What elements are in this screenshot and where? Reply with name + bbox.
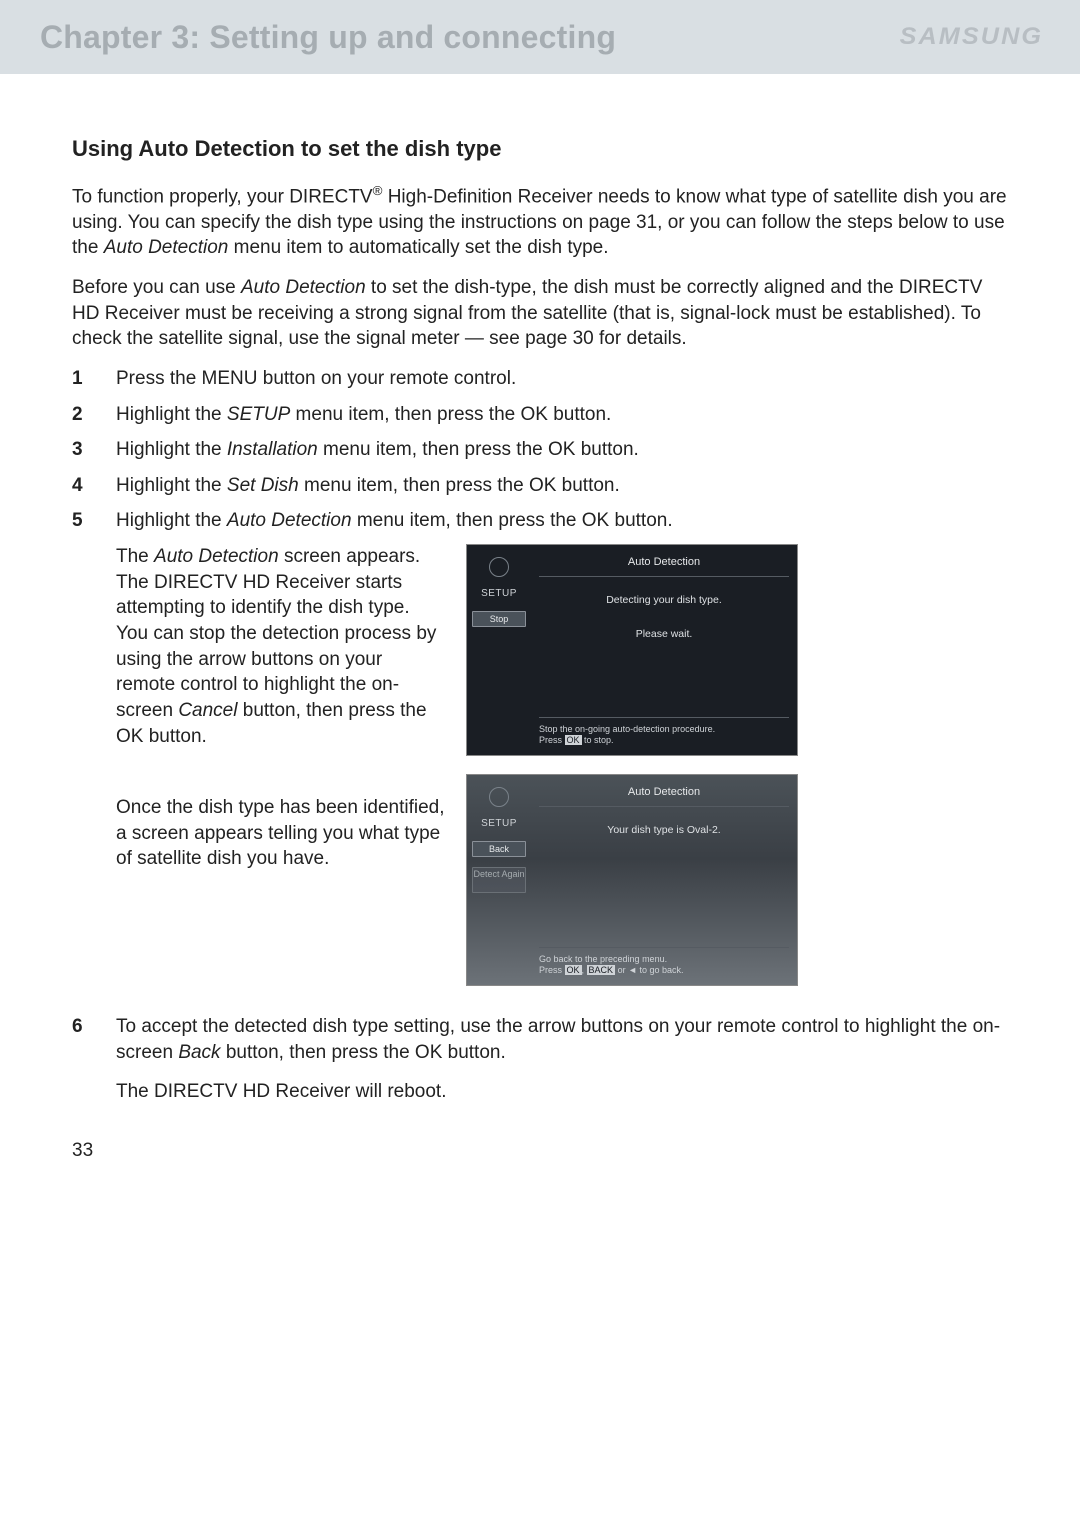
step-post: menu item, then press the OK button. (318, 439, 639, 460)
tv-back-button: Back (472, 841, 526, 857)
step-post: menu item, then press the OK button. (352, 510, 673, 531)
page-content: Using Auto Detection to set the dish typ… (0, 74, 1080, 1119)
registered-mark: ® (373, 183, 383, 198)
tv-screen-result: SETUP Back Detect Again Auto Detection Y… (466, 774, 798, 986)
tv-footer-a: Stop the on-going auto-detection procedu… (539, 724, 789, 736)
tv-detect-again-button: Detect Again (472, 867, 526, 893)
step-body: Highlight the Auto Detection menu item, … (116, 508, 1008, 1004)
step-body: Press the MENU button on your remote con… (116, 366, 1008, 392)
prereq-a: Before you can use (72, 277, 241, 298)
intro-paragraph: To function properly, your DIRECTV® High… (72, 182, 1008, 261)
step6-main: To accept the detected dish type setting… (116, 1014, 1008, 1065)
tv-sidebar: SETUP Stop (467, 545, 531, 755)
step-4: 4 Highlight the Set Dish menu item, then… (72, 473, 1008, 499)
prereq-paragraph: Before you can use Auto Detection to set… (72, 275, 1008, 352)
step-post: menu item, then press the OK button. (290, 404, 611, 425)
step5-sub-b: Once the dish type has been identified, … (116, 795, 446, 872)
setup-dial-icon (489, 557, 509, 577)
fb-ok: OK (565, 965, 582, 975)
step6-after: The DIRECTV HD Receiver will reboot. (116, 1079, 1008, 1105)
fb-pre: Press (539, 965, 565, 975)
step-num: 4 (72, 473, 116, 499)
step-body: Highlight the Set Dish menu item, then p… (116, 473, 1008, 499)
setup-dial-icon (489, 787, 509, 807)
step-1: 1 Press the MENU button on your remote c… (72, 366, 1008, 392)
step-2: 2 Highlight the SETUP menu item, then pr… (72, 402, 1008, 428)
tv-line1: Your dish type is Oval-2. (539, 823, 789, 837)
step-pre: Highlight the (116, 439, 227, 460)
fb-mid: , (582, 965, 587, 975)
step-pre: Highlight the (116, 510, 227, 531)
s5d: Cancel (178, 700, 237, 721)
tv-footer-b: Press OK to stop. (539, 735, 789, 747)
tv-screen-detecting: SETUP Stop Auto Detection Detecting your… (466, 544, 798, 756)
s6c: button, then press the OK button. (221, 1042, 506, 1063)
s5c: screen appears. The DIRECTV HD Receiver … (116, 546, 436, 721)
fb-pre: Press (539, 735, 565, 745)
tv-footer-a: Go back to the preceding menu. (539, 954, 789, 966)
tv-footer: Stop the on-going auto-detection procedu… (539, 717, 789, 747)
step-ital: Installation (227, 439, 318, 460)
fb-back: BACK (587, 965, 616, 975)
tv-sidebar: SETUP Back Detect Again (467, 775, 531, 985)
step5-sub-a: The Auto Detection screen appears. The D… (116, 544, 446, 749)
chapter-title: Chapter 3: Setting up and connecting (40, 19, 616, 56)
tv-side-label: SETUP (481, 587, 517, 601)
tv-line2: Please wait. (539, 627, 789, 641)
tv-divider (539, 576, 789, 577)
step-6: 6 To accept the detected dish type setti… (72, 1014, 1008, 1119)
fb-ok: OK (565, 735, 582, 745)
step-num: 6 (72, 1014, 116, 1040)
step-ital: Set Dish (227, 475, 299, 496)
step-num: 3 (72, 437, 116, 463)
fb-post: or ◄ to go back. (615, 965, 683, 975)
step-num: 2 (72, 402, 116, 428)
intro-c-ital: Auto Detection (104, 237, 229, 258)
manual-page: Chapter 3: Setting up and connecting SAM… (0, 0, 1080, 1528)
intro-d: menu item to automatically set the dish … (228, 237, 608, 258)
chapter-header: Chapter 3: Setting up and connecting SAM… (0, 0, 1080, 74)
step-num: 5 (72, 508, 116, 534)
tv-divider (539, 806, 789, 807)
page-number: 33 (72, 1140, 93, 1162)
step6-text-col: To accept the detected dish type setting… (116, 1014, 1008, 1105)
step-3: 3 Highlight the Installation menu item, … (72, 437, 1008, 463)
step-pre: Highlight the (116, 404, 227, 425)
step-num: 1 (72, 366, 116, 392)
step-post: menu item, then press the OK button. (299, 475, 620, 496)
step-ital: Auto Detection (227, 510, 352, 531)
step5-detail-row: The Auto Detection screen appears. The D… (116, 544, 1008, 1004)
step-body: Highlight the SETUP menu item, then pres… (116, 402, 1008, 428)
section-title: Using Auto Detection to set the dish typ… (72, 134, 1008, 164)
tv-footer-b: Press OK, BACK or ◄ to go back. (539, 965, 789, 977)
tv-title: Auto Detection (539, 785, 789, 804)
step-body: Highlight the Installation menu item, th… (116, 437, 1008, 463)
prereq-b-ital: Auto Detection (241, 277, 366, 298)
step-pre: Highlight the (116, 475, 227, 496)
tv-main: Auto Detection Detecting your dish type.… (531, 545, 797, 755)
tv-line1: Detecting your dish type. (539, 593, 789, 607)
tv-main: Auto Detection Your dish type is Oval-2.… (531, 775, 797, 985)
samsung-logo: SAMSUNG (900, 23, 1044, 51)
s6b: Back (178, 1042, 220, 1063)
steps-list: 1 Press the MENU button on your remote c… (72, 366, 1008, 1119)
fb-post: to stop. (582, 735, 614, 745)
tv-side-label: SETUP (481, 817, 517, 831)
intro-a: To function properly, your DIRECTV (72, 186, 373, 207)
s5b: Auto Detection (154, 546, 279, 567)
tv-stop-button: Stop (472, 611, 526, 627)
s5a: The (116, 546, 154, 567)
tv-title: Auto Detection (539, 555, 789, 574)
step-body: To accept the detected dish type setting… (116, 1014, 1008, 1119)
tv-footer: Go back to the preceding menu. Press OK,… (539, 947, 789, 977)
step5-text-col: The Auto Detection screen appears. The D… (116, 544, 446, 886)
step-ital: SETUP (227, 404, 290, 425)
step-5: 5 Highlight the Auto Detection menu item… (72, 508, 1008, 1004)
figure-column: SETUP Stop Auto Detection Detecting your… (466, 544, 798, 1004)
